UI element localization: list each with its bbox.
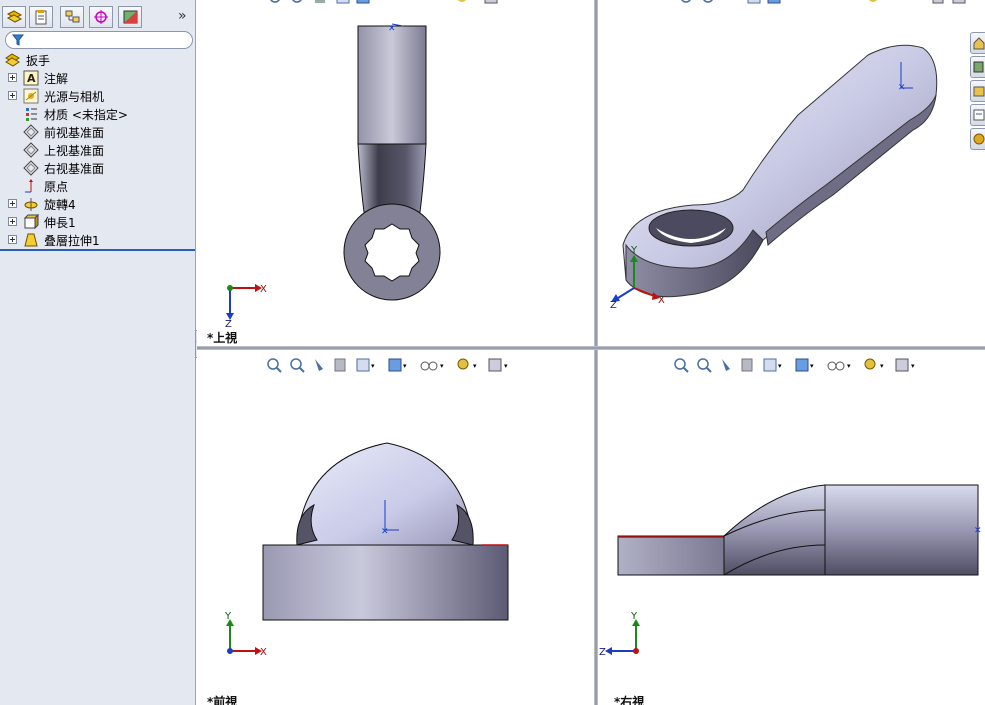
- more-tabs-button[interactable]: »: [178, 8, 187, 24]
- tree-item-label: 注解: [44, 72, 69, 86]
- tree-item-label: 右视基准面: [44, 162, 105, 176]
- horizontal-viewport-splitter[interactable]: [197, 346, 985, 350]
- y-axis-label: Y: [224, 611, 232, 622]
- tree-item[interactable]: 扳手: [0, 51, 195, 69]
- tree-item-label: 叠層拉伸1: [44, 234, 100, 248]
- tree-item[interactable]: 伸長1: [0, 213, 195, 231]
- lights-cameras-icon: [23, 88, 39, 104]
- tree-item-label: 旋轉4: [44, 198, 76, 212]
- tree-item-label: 上视基准面: [44, 144, 105, 158]
- revolve-icon: [23, 196, 39, 212]
- x-axis-label: X: [260, 647, 267, 658]
- tree-item[interactable]: 叠層拉伸1: [0, 231, 195, 249]
- z-axis-label: Z: [610, 300, 617, 311]
- plane-icon: [23, 160, 39, 176]
- vertical-viewport-splitter[interactable]: [594, 0, 598, 705]
- task-pane-library[interactable]: [970, 56, 985, 78]
- viewport-isometric[interactable]: ✕ Y X Z: [598, 0, 985, 346]
- tree-item-label: 伸長1: [44, 216, 76, 230]
- filter-icon: [12, 34, 24, 46]
- home-icon: [973, 37, 985, 50]
- tree-item[interactable]: 原点: [0, 177, 195, 195]
- expand-icon[interactable]: [8, 91, 17, 100]
- property-manager-icon: [35, 10, 47, 25]
- tree-item[interactable]: 上视基准面: [0, 141, 195, 159]
- feature-manager-icon: [6, 10, 23, 23]
- tab-dimxpert[interactable]: [89, 6, 113, 28]
- feature-manager-panel: » 扳手 A 注解光源与相机材质 <未指定> 前视基准面上视基准面右视基准面原点旋轉4…: [0, 0, 196, 705]
- viewport-label-top: *上視: [207, 331, 238, 345]
- material-icon: [23, 106, 39, 122]
- tree-item-label: 原点: [44, 180, 69, 194]
- tree-item[interactable]: 材质 <未指定>: [0, 105, 195, 123]
- task-pane-home[interactable]: [970, 32, 985, 54]
- feature-tree: 扳手 A 注解光源与相机材质 <未指定> 前视基准面上视基准面右视基准面原点旋轉4 伸長…: [0, 51, 195, 251]
- tree-item[interactable]: 旋轉4: [0, 195, 195, 213]
- viewport-front[interactable]: ▾ ▾ ▾ ▾ ▾ ✕ Y X *前視: [197, 350, 594, 705]
- task-pane-search[interactable]: [970, 104, 985, 126]
- annotations-icon: A: [23, 70, 39, 86]
- tab-display-manager[interactable]: [118, 6, 142, 28]
- tree-item[interactable]: 右视基准面: [0, 159, 195, 177]
- tree-end-divider: [0, 249, 195, 251]
- configuration-manager-icon: [65, 10, 80, 23]
- dimxpert-icon: [94, 10, 108, 24]
- tab-feature-manager[interactable]: [2, 6, 26, 28]
- front-view-drawing: ✕ Y X: [224, 442, 509, 658]
- library-icon: [973, 61, 984, 73]
- viewport-label-right: *右視: [614, 695, 645, 705]
- expand-icon[interactable]: [8, 217, 17, 226]
- svg-text:✕: ✕: [898, 83, 906, 93]
- x-axis-label: X: [658, 295, 665, 306]
- x-axis-label: X: [260, 284, 267, 295]
- extrude-icon: [23, 213, 40, 230]
- part-icon: [5, 52, 21, 68]
- appearance-icon: [973, 133, 985, 145]
- svg-text:A: A: [27, 72, 36, 85]
- origin-icon: [23, 178, 39, 194]
- folder-icon: [973, 86, 985, 97]
- task-pane-explorer[interactable]: [970, 80, 985, 102]
- expand-icon[interactable]: [8, 73, 17, 82]
- tree-item-label: 材质 <未指定>: [44, 108, 128, 122]
- feature-filter-input[interactable]: [5, 31, 193, 49]
- list-icon: [973, 109, 985, 121]
- svg-text:✕: ✕: [388, 24, 396, 34]
- tree-item-label: 扳手: [26, 54, 51, 68]
- task-pane-tabs: [970, 32, 985, 152]
- viewport-right[interactable]: ▾ ▾ ▾ ▾ ▾ ✕ Y Z *右視: [598, 350, 985, 705]
- svg-text:✕: ✕: [381, 527, 389, 537]
- tree-item[interactable]: 前视基准面: [0, 123, 195, 141]
- top-view-drawing: ✕ X Z: [225, 23, 441, 330]
- isometric-drawing: ✕ Y X Z: [610, 44, 938, 311]
- expand-icon[interactable]: [8, 235, 17, 244]
- y-axis-label: Y: [630, 611, 638, 622]
- tree-item-label: 光源与相机: [44, 90, 105, 104]
- y-axis-label: Y: [630, 245, 638, 256]
- loft-icon: [23, 232, 39, 248]
- task-pane-appearance[interactable]: [970, 128, 985, 150]
- tree-item[interactable]: 光源与相机: [0, 87, 195, 105]
- panel-tabs: »: [2, 6, 192, 30]
- tab-configuration-manager[interactable]: [60, 6, 84, 28]
- svg-text:✕: ✕: [974, 526, 982, 536]
- tree-item[interactable]: A 注解: [0, 69, 195, 87]
- plane-icon: [23, 142, 39, 158]
- right-view-drawing: ✕ Y Z: [599, 484, 982, 658]
- tab-property-manager[interactable]: [29, 6, 53, 28]
- z-axis-label: Z: [599, 647, 606, 658]
- viewport-label-front: *前視: [207, 695, 238, 705]
- plane-icon: [23, 124, 39, 140]
- tree-item-label: 前视基准面: [44, 126, 105, 140]
- expand-icon[interactable]: [8, 199, 17, 208]
- display-manager-icon: [123, 10, 138, 24]
- viewport-top[interactable]: ✕ X Z *上視: [197, 0, 594, 346]
